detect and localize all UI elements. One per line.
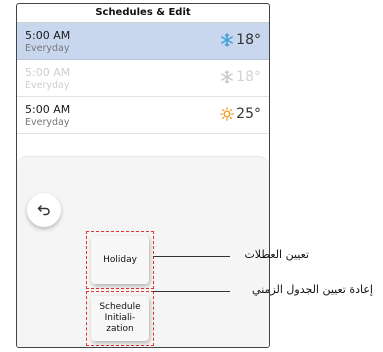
back-button[interactable] <box>27 193 61 227</box>
schedule-row[interactable]: 5:00 AM Everyday 18° <box>17 60 269 97</box>
screen-title: Schedules & Edit <box>17 4 269 23</box>
schedule-init-button[interactable]: Schedule Initiali- zation <box>91 296 149 341</box>
schedule-init-annotation: إعادة تعيين الجدول الزمني <box>252 283 373 296</box>
snowflake-icon <box>221 33 234 47</box>
action-panel: Holiday Schedule Initiali- zation <box>17 156 269 347</box>
holiday-annotation: تعيين العطلات <box>244 248 309 261</box>
schedule-time: 5:00 AM <box>25 29 71 42</box>
schedule-time: 5:00 AM <box>25 66 71 79</box>
schedule-repeat: Everyday <box>25 117 70 128</box>
snowflake-icon <box>221 70 234 84</box>
schedule-repeat: Everyday <box>25 43 70 54</box>
schedule-time: 5:00 AM <box>25 103 71 116</box>
schedule-repeat: Everyday <box>25 80 70 91</box>
device-screen: Schedules & Edit 5:00 AM Everyday 18° 5:… <box>16 3 270 348</box>
schedule-temp-value: 18° <box>236 32 261 48</box>
schedule-temp-value: 18° <box>236 69 261 85</box>
schedule-row[interactable]: 5:00 AM Everyday 18° <box>17 23 269 60</box>
holiday-callout-line <box>153 256 230 257</box>
schedule-row[interactable]: 5:00 AM Everyday 25° <box>17 97 269 134</box>
schedule-temp: 18° <box>220 69 261 85</box>
schedule-temp: 18° <box>220 32 261 48</box>
back-arrow-icon <box>37 205 50 216</box>
schedule-temp-value: 25° <box>236 106 261 122</box>
holiday-button[interactable]: Holiday <box>91 236 149 284</box>
schedule-temp: 25° <box>220 106 261 122</box>
sun-icon <box>220 107 234 121</box>
schedule-init-callout-line <box>153 291 230 292</box>
